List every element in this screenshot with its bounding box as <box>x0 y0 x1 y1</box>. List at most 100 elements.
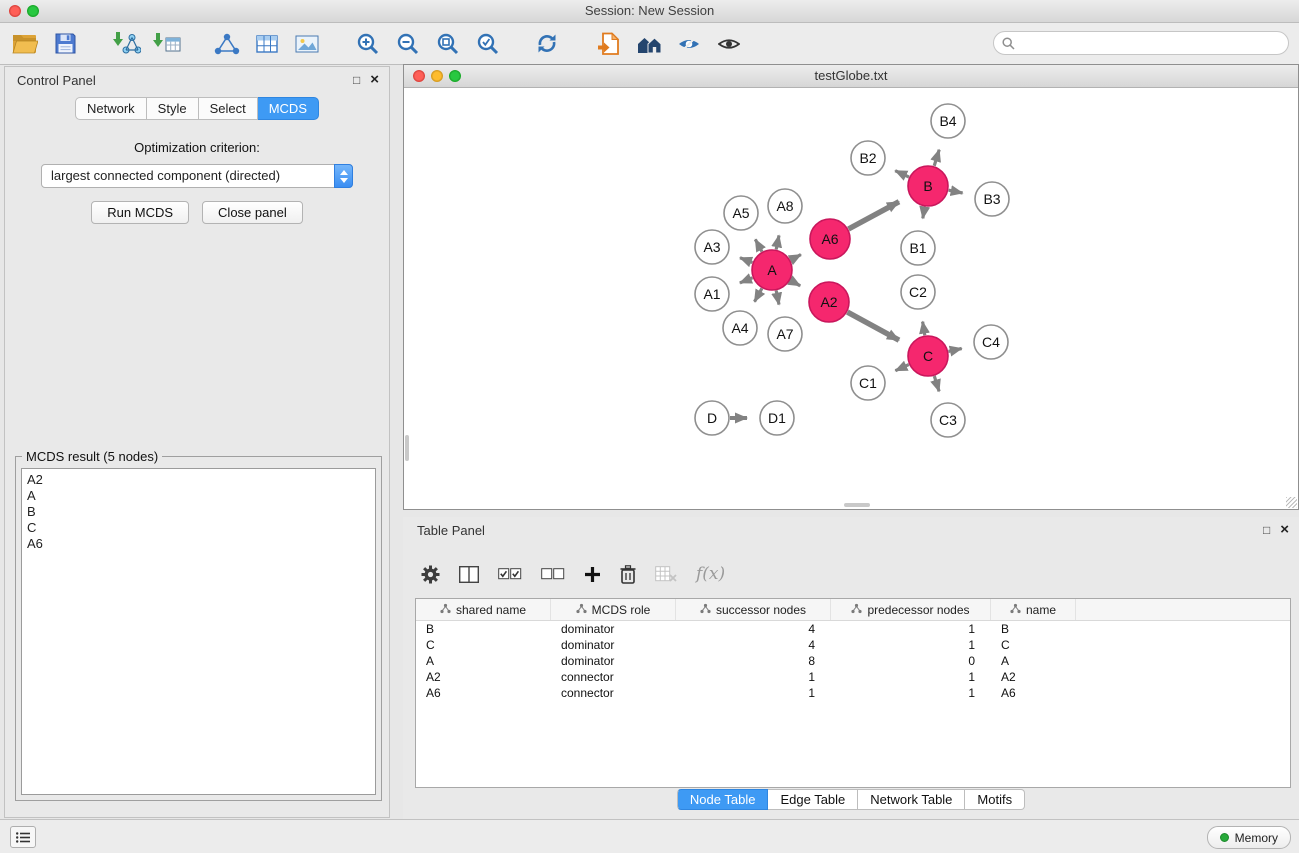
edge-C-C2[interactable] <box>923 322 925 336</box>
network-node-B2[interactable]: B2 <box>851 141 885 175</box>
mcds-result-item[interactable]: A2 <box>27 472 370 488</box>
table-cell[interactable]: 8 <box>676 653 831 669</box>
save-session-button[interactable] <box>48 28 82 60</box>
network-node-C2[interactable]: C2 <box>901 275 935 309</box>
table-cell[interactable]: connector <box>551 685 676 701</box>
network-minimize-traffic-light[interactable] <box>431 70 443 82</box>
import-table-button[interactable] <box>150 28 184 60</box>
import-network-button[interactable] <box>110 28 144 60</box>
float-panel-icon[interactable]: □ <box>353 73 360 87</box>
open-session-button[interactable] <box>8 28 42 60</box>
column-header-name[interactable]: name <box>991 599 1076 620</box>
export-image-button[interactable] <box>290 28 324 60</box>
table-cell[interactable]: A6 <box>416 685 551 701</box>
network-window-titlebar[interactable]: testGlobe.txt <box>404 65 1298 88</box>
zoom-in-button[interactable] <box>350 28 384 60</box>
network-node-A6[interactable]: A6 <box>810 219 850 259</box>
network-node-C3[interactable]: C3 <box>931 403 965 437</box>
column-header-MCDS-role[interactable]: MCDS role <box>551 599 676 620</box>
show-panels-button[interactable] <box>712 28 746 60</box>
table-cell[interactable]: A6 <box>991 685 1076 701</box>
network-zoom-traffic-light[interactable] <box>449 70 461 82</box>
network-node-B[interactable]: B <box>908 166 948 206</box>
show-columns-button[interactable] <box>459 566 479 583</box>
table-cell[interactable]: 4 <box>676 637 831 653</box>
tab-mcds[interactable]: MCDS <box>258 97 319 120</box>
table-row[interactable]: A2connector11A2 <box>416 669 1290 685</box>
select-all-button[interactable] <box>498 568 522 580</box>
zoom-fit-button[interactable] <box>430 28 464 60</box>
network-node-A7[interactable]: A7 <box>768 317 802 351</box>
network-node-C1[interactable]: C1 <box>851 366 885 400</box>
task-history-button[interactable] <box>10 826 36 848</box>
edge-A-A3[interactable] <box>740 258 752 263</box>
file-import-button[interactable] <box>592 28 626 60</box>
table-cell[interactable]: 1 <box>831 637 991 653</box>
close-panel-button[interactable]: Close panel <box>202 201 303 224</box>
network-node-A3[interactable]: A3 <box>695 230 729 264</box>
network-node-D1[interactable]: D1 <box>760 401 794 435</box>
edge-A-A4[interactable] <box>755 288 762 301</box>
edge-A2-C[interactable] <box>847 312 899 340</box>
edge-A-A5[interactable] <box>755 239 762 251</box>
mcds-result-list[interactable]: A2ABCA6 <box>21 468 376 795</box>
network-close-traffic-light[interactable] <box>413 70 425 82</box>
table-cell[interactable]: B <box>991 621 1076 637</box>
new-table-button[interactable] <box>250 28 284 60</box>
edge-A-A2[interactable] <box>790 280 800 286</box>
tab-network-table[interactable]: Network Table <box>858 789 965 810</box>
table-row[interactable]: Bdominator41B <box>416 621 1290 637</box>
optimization-criterion-select[interactable]: largest connected component (directed) <box>41 164 353 188</box>
column-header-successor-nodes[interactable]: successor nodes <box>676 599 831 620</box>
tab-edge-table[interactable]: Edge Table <box>768 789 858 810</box>
table-settings-button[interactable] <box>421 565 440 584</box>
tab-select[interactable]: Select <box>199 97 258 120</box>
table-cell[interactable]: dominator <box>551 621 676 637</box>
edge-C-C1[interactable] <box>895 365 908 371</box>
network-canvas[interactable]: B4B2BB3A8A5A6B1A3AC2A1A2A4A7C4CC1C3DD1 <box>404 87 1298 509</box>
tab-motifs[interactable]: Motifs <box>965 789 1025 810</box>
network-node-A2[interactable]: A2 <box>809 282 849 322</box>
zoom-selected-button[interactable] <box>470 28 504 60</box>
new-network-button[interactable] <box>210 28 244 60</box>
table-cell[interactable]: 4 <box>676 621 831 637</box>
table-row[interactable]: Cdominator41C <box>416 637 1290 653</box>
column-header-shared-name[interactable]: shared name <box>416 599 551 620</box>
network-node-B1[interactable]: B1 <box>901 231 935 265</box>
table-cell[interactable]: 1 <box>831 669 991 685</box>
network-node-B4[interactable]: B4 <box>931 104 965 138</box>
table-cell[interactable]: A <box>991 653 1076 669</box>
mcds-result-item[interactable]: C <box>27 520 370 536</box>
edge-A-A7[interactable] <box>776 291 779 305</box>
network-node-A5[interactable]: A5 <box>724 196 758 230</box>
mcds-result-item[interactable]: B <box>27 504 370 520</box>
table-row[interactable]: Adominator80A <box>416 653 1290 669</box>
table-cell[interactable]: 1 <box>831 621 991 637</box>
edge-A6-B[interactable] <box>849 202 900 229</box>
horizontal-scrollbar-thumb[interactable] <box>844 503 870 507</box>
function-builder-button[interactable]: f(x) <box>696 564 725 584</box>
table-cell[interactable]: 1 <box>831 685 991 701</box>
network-node-A8[interactable]: A8 <box>768 189 802 223</box>
zoom-out-button[interactable] <box>390 28 424 60</box>
table-cell[interactable]: 1 <box>676 669 831 685</box>
network-node-D[interactable]: D <box>695 401 729 435</box>
close-table-panel-icon[interactable]: × <box>1280 521 1289 538</box>
network-node-C4[interactable]: C4 <box>974 325 1008 359</box>
close-panel-icon[interactable]: × <box>370 71 379 88</box>
table-cell[interactable]: B <box>416 621 551 637</box>
table-cell[interactable]: A <box>416 653 551 669</box>
memory-button[interactable]: Memory <box>1207 826 1291 849</box>
search-input[interactable] <box>1020 35 1288 52</box>
column-header-predecessor-nodes[interactable]: predecessor nodes <box>831 599 991 620</box>
edge-A-A1[interactable] <box>740 278 753 283</box>
delete-column-button[interactable] <box>620 565 636 584</box>
refresh-button[interactable] <box>530 28 564 60</box>
edge-C-C4[interactable] <box>949 349 962 352</box>
deselect-all-button[interactable] <box>541 568 565 580</box>
float-table-panel-icon[interactable]: □ <box>1263 523 1270 537</box>
window-titlebar[interactable]: Session: New Session <box>0 0 1299 23</box>
mcds-result-item[interactable]: A6 <box>27 536 370 552</box>
network-node-A[interactable]: A <box>752 250 792 290</box>
run-mcds-button[interactable]: Run MCDS <box>91 201 189 224</box>
